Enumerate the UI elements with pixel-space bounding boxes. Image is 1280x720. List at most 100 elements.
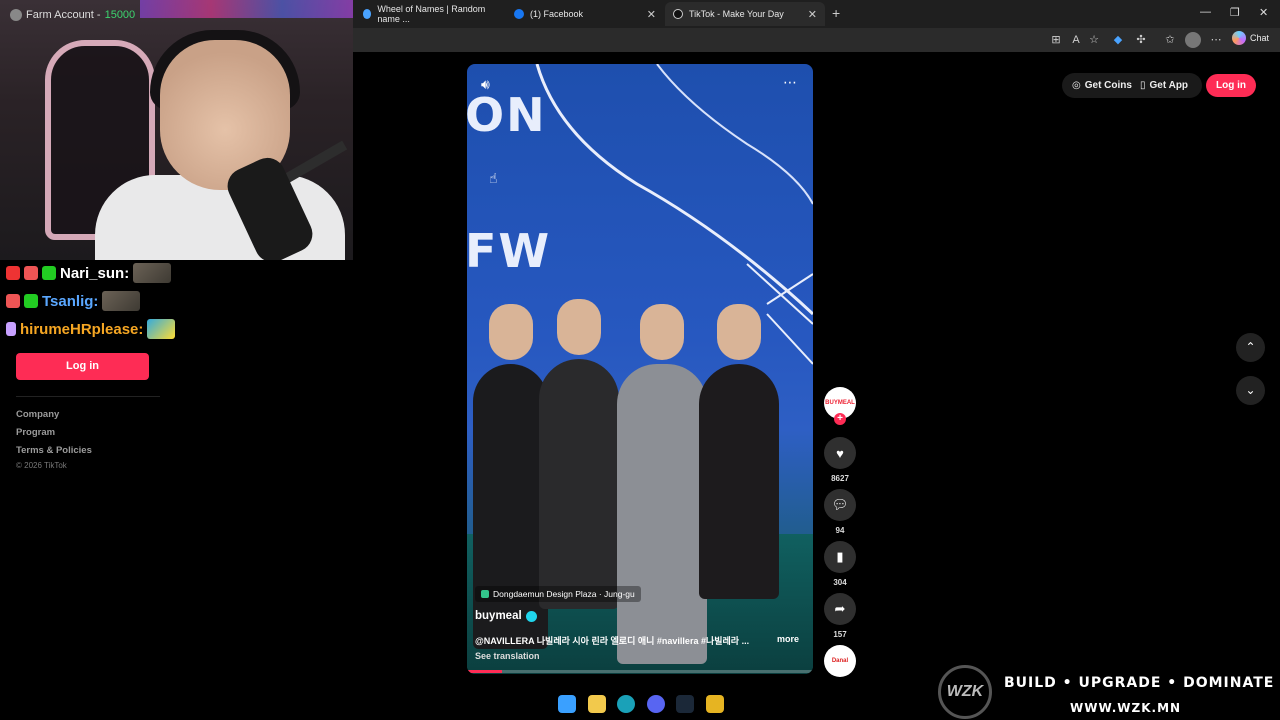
- person: [539, 293, 619, 609]
- chat-label: Chat: [1250, 33, 1270, 43]
- coin-count: 15000: [104, 9, 136, 21]
- copilot-chat-button[interactable]: Chat: [1232, 31, 1269, 45]
- author-name: buymeal: [475, 610, 522, 622]
- tab-wheel-of-names[interactable]: Wheel of Names | Random name ...: [355, 2, 505, 26]
- get-app-button[interactable]: ▯ Get App: [1140, 73, 1188, 98]
- app-available-icon[interactable]: ⊞: [1048, 32, 1064, 48]
- comment-button[interactable]: 💬︎: [824, 489, 856, 521]
- close-tab-icon[interactable]: ✕: [647, 8, 656, 21]
- phone-icon: ▯: [1140, 80, 1146, 91]
- banner-slogan: BUILD • UPGRADE • DOMINATE: [1004, 675, 1275, 691]
- more-menu-icon[interactable]: ⋯: [1208, 32, 1224, 48]
- banner-website: WWW.WZK.MN: [1070, 701, 1182, 715]
- tab-label: (1) Facebook: [530, 9, 584, 19]
- wzk-logo: WZK: [938, 665, 992, 719]
- extension-icon[interactable]: ◆: [1110, 32, 1126, 48]
- see-translation-button[interactable]: See translation: [475, 651, 540, 661]
- location-tag[interactable]: Dongdaemun Design Plaza · Jung-gu: [475, 586, 641, 602]
- steam-icon: [10, 9, 22, 21]
- video-author[interactable]: buymeal: [475, 610, 537, 622]
- share-icon: ➦: [834, 601, 846, 616]
- profile-avatar-icon[interactable]: [1185, 32, 1201, 48]
- chat-message: Tsanlig:: [6, 290, 141, 312]
- coin-icon: ◎: [1072, 80, 1081, 91]
- get-coins-button[interactable]: ◎ Get Coins: [1072, 73, 1132, 98]
- like-button[interactable]: ♥: [824, 437, 856, 469]
- video-player[interactable]: ON FW 🔊︎ ⋯ Dongdaemun Design Plaza · Jun…: [467, 64, 813, 674]
- comment-count: 94: [835, 526, 845, 535]
- video-progress-bar[interactable]: [467, 670, 813, 673]
- save-button[interactable]: ▮: [824, 541, 856, 573]
- favorite-star-icon[interactable]: ☆: [1086, 32, 1102, 48]
- person: [473, 298, 548, 649]
- share-button[interactable]: ➦: [824, 593, 856, 625]
- previous-video-button[interactable]: ⌃: [1236, 333, 1265, 362]
- windows-taskbar: [0, 686, 918, 720]
- chat-username: hirumeHRplease:: [20, 320, 144, 338]
- new-tab-icon[interactable]: +: [832, 5, 840, 21]
- caption-text: @NAVILLERA 나빌레라 시아 린라 엘로디 애니 #navillera …: [475, 636, 750, 646]
- copilot-icon: [1232, 31, 1246, 45]
- emote-image: [102, 291, 141, 311]
- facebook-icon: [514, 9, 524, 19]
- badge-icon: [6, 266, 20, 280]
- url-field[interactable]: [352, 30, 1042, 50]
- verified-icon: [525, 610, 537, 622]
- bookmark-icon: ▮: [836, 549, 844, 564]
- tab-label: TikTok - Make Your Day: [689, 9, 784, 19]
- person: [617, 298, 707, 664]
- save-count: 304: [833, 578, 847, 587]
- stream-title: Farm Account - 15000: [10, 9, 135, 21]
- sidebar-link-company[interactable]: Company: [16, 409, 59, 420]
- chat-message: Nari_sun:: [6, 262, 172, 284]
- copyright: © 2026 TikTok: [16, 461, 67, 470]
- chat-username: Tsanlig:: [42, 292, 99, 310]
- extensions-puzzle-icon[interactable]: ✣: [1133, 32, 1149, 48]
- chevron-up-icon: ⌃: [1245, 340, 1256, 354]
- like-count: 8627: [831, 474, 849, 483]
- more-options-icon[interactable]: ⋯: [783, 74, 797, 91]
- location-text: Dongdaemun Design Plaza · Jung-gu: [493, 589, 635, 599]
- close-tab-icon[interactable]: ✕: [808, 8, 817, 21]
- tab-facebook[interactable]: (1) Facebook ✕: [506, 2, 664, 26]
- comment-icon: 💬︎: [831, 497, 849, 512]
- next-video-button[interactable]: ⌄: [1236, 376, 1265, 405]
- get-coins-label: Get Coins: [1084, 80, 1132, 91]
- webcam-overlay: Farm Account - 15000: [0, 0, 353, 260]
- heart-badge-icon: [24, 266, 38, 280]
- favorites-icon[interactable]: ✩: [1162, 32, 1178, 48]
- follow-plus-icon[interactable]: +: [834, 413, 846, 425]
- chevron-down-icon: ⌄: [1245, 383, 1256, 397]
- restore-icon[interactable]: ❐: [1230, 6, 1240, 19]
- share-count: 157: [833, 630, 847, 639]
- sidebar-login-button[interactable]: Log in: [16, 353, 149, 380]
- edge-browser-icon[interactable]: [617, 695, 635, 713]
- app-taskbar-icon[interactable]: [706, 695, 724, 713]
- close-window-icon[interactable]: ✕: [1259, 6, 1268, 19]
- person: [699, 298, 779, 599]
- sub-badge-icon: [42, 266, 56, 280]
- heart-badge-icon: [6, 294, 20, 308]
- steam-taskbar-icon[interactable]: [676, 695, 694, 713]
- chat-username: Nari_sun:: [60, 264, 130, 282]
- tiktok-icon: [673, 9, 683, 19]
- caption-more-button[interactable]: more: [777, 634, 799, 644]
- header-login-button[interactable]: Log in: [1206, 74, 1256, 97]
- windows-start-icon[interactable]: [558, 695, 576, 713]
- discord-icon[interactable]: [647, 695, 665, 713]
- emote-image: [147, 319, 176, 339]
- badge-icon: [6, 322, 16, 336]
- wheel-icon: [363, 9, 372, 19]
- divider: [16, 396, 160, 397]
- sub-badge-icon: [24, 294, 38, 308]
- read-aloud-icon[interactable]: A: [1068, 32, 1084, 48]
- stream-title-text: Farm Account -: [26, 9, 101, 21]
- sidebar-link-program[interactable]: Program: [16, 427, 55, 438]
- mouse-cursor-icon: ☝: [489, 170, 498, 186]
- minimize-icon[interactable]: —: [1200, 6, 1211, 18]
- sidebar-link-terms[interactable]: Terms & Policies: [16, 445, 92, 456]
- file-explorer-icon[interactable]: [588, 695, 606, 713]
- tab-tiktok[interactable]: TikTok - Make Your Day ✕: [665, 2, 825, 26]
- volume-icon[interactable]: 🔊︎: [481, 76, 490, 93]
- music-disc[interactable]: Danal: [824, 645, 856, 677]
